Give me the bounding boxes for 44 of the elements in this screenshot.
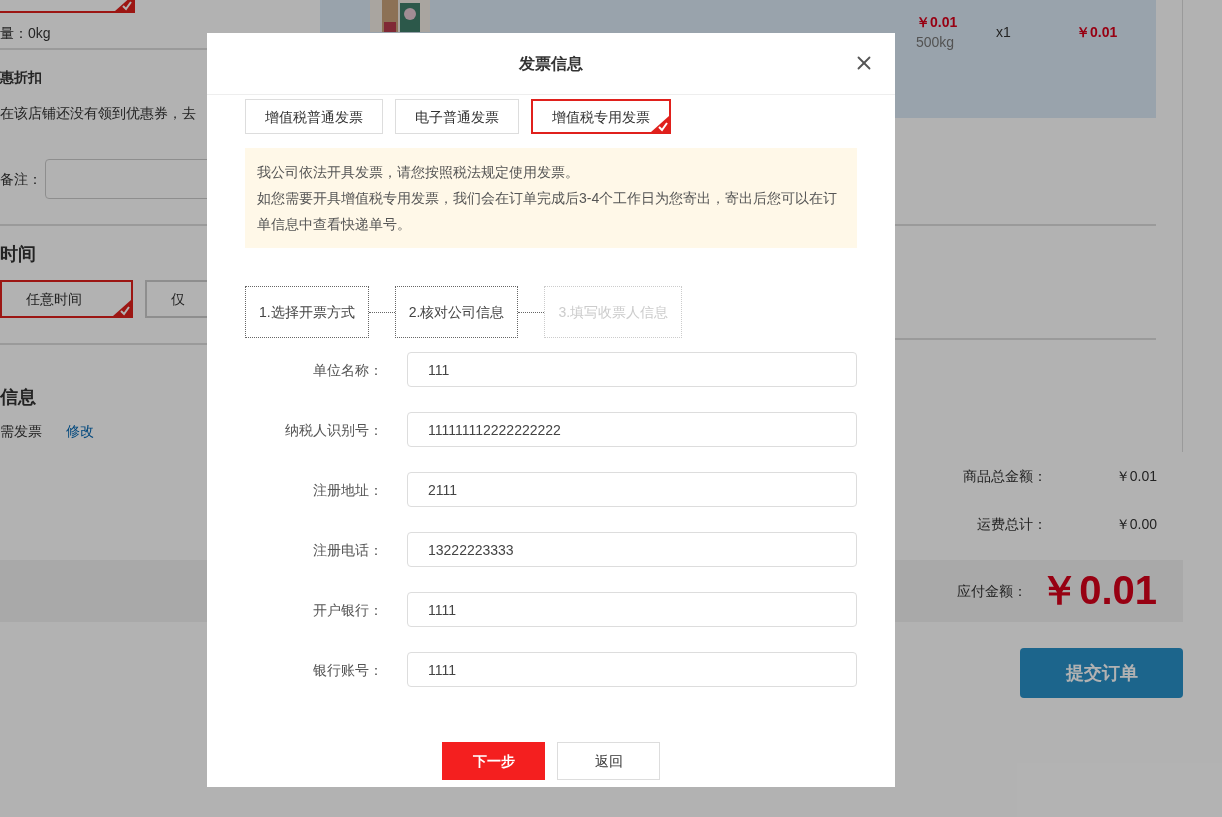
next-button[interactable]: 下一步: [442, 742, 545, 780]
step-box: 2.核对公司信息: [394, 286, 519, 338]
field-label: 开户银行：: [312, 600, 383, 620]
edit-link[interactable]: 修改: [66, 421, 94, 441]
payable-label: 应付金额：: [957, 582, 1028, 601]
subtotal-text: ￥0.01: [1076, 23, 1119, 42]
remark-label: 备注：: [0, 170, 42, 189]
field-label: 注册地址：: [312, 480, 383, 500]
input-field[interactable]: 13222223333: [407, 532, 857, 567]
step-box: 1.选择开票方式: [245, 286, 369, 338]
section-heading: 时间: [0, 243, 37, 266]
summary-value: ￥0.01: [1114, 467, 1157, 486]
summary-value: ￥0.00: [1114, 515, 1157, 534]
invoice-text: 需发票: [0, 422, 42, 441]
input-field[interactable]: 111: [407, 352, 857, 387]
payable-amount: ￥0.01: [1039, 567, 1157, 615]
field-label: 纳税人识别号：: [284, 420, 383, 440]
invoice-type-tab[interactable]: 电子普通发票: [395, 99, 519, 134]
field-label: 注册电话：: [312, 540, 383, 560]
check-corner-icon: [651, 116, 669, 132]
weight-text: 500kg: [916, 33, 956, 52]
weight-text: 量：0kg: [0, 24, 52, 43]
quantity-text: x1: [996, 23, 1012, 42]
input-field[interactable]: 2111: [407, 472, 857, 507]
input-field[interactable]: 111111112222222222: [407, 412, 857, 447]
check-corner-icon: [113, 300, 131, 316]
time-option[interactable]: 任意时间: [0, 280, 133, 318]
notice-text: 如您需要开具增值税专用发票，我们会在订单完成后3-4个工作日为您寄出，寄出后您可以在订单信息中查看快递单号。: [257, 189, 839, 234]
price-text: ￥0.01: [916, 13, 959, 32]
section-heading: 惠折扣: [0, 68, 43, 87]
summary-label: 商品总金额：: [962, 467, 1047, 486]
back-button[interactable]: 返回: [557, 742, 660, 780]
coupon-text: 在该店铺还没有领到优惠券，去: [0, 104, 196, 123]
summary-label: 运费总计：: [976, 515, 1047, 534]
input-field[interactable]: 1111: [407, 652, 857, 687]
input-field[interactable]: 1111: [407, 592, 857, 627]
field-label: 单位名称：: [312, 360, 383, 380]
invoice-type-tab[interactable]: 增值税普通发票: [245, 99, 383, 134]
invoice-type-tab[interactable]: 增值税专用发票: [531, 99, 671, 134]
selected-option[interactable]: [0, 0, 135, 13]
notice-text: 我公司依法开具发票，请您按照税法规定使用发票。: [257, 163, 580, 182]
field-label: 银行账号：: [312, 660, 383, 680]
section-heading: 信息: [0, 386, 37, 409]
dialog-title: 发票信息: [519, 53, 583, 74]
